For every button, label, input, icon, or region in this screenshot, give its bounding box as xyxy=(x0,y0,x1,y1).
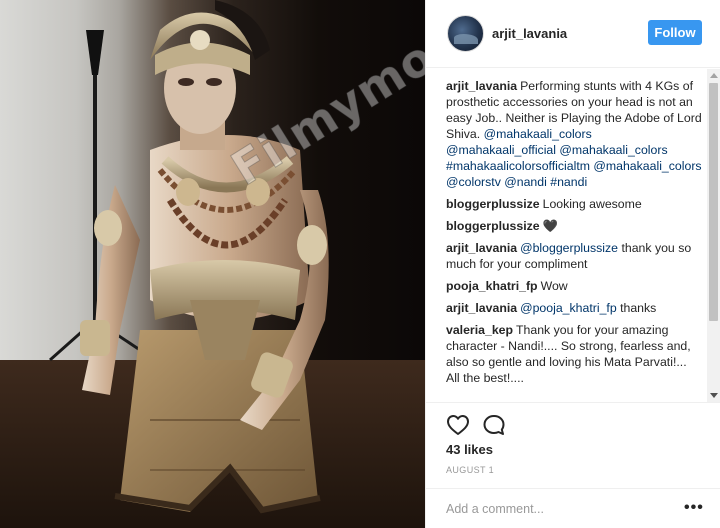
comment-text: thanks xyxy=(616,301,657,315)
comment-item: arjit_lavania @bloggerplussize thank you … xyxy=(446,240,702,272)
comment-text: Wow xyxy=(540,279,568,293)
post-side-panel: arjit_lavania Follow arjit_lavania Perfor… xyxy=(425,0,720,528)
comment-author[interactable]: valeria_kep xyxy=(446,323,513,337)
comment-item: arjit_lavania @pooja_khatri_fp thanks xyxy=(446,300,702,316)
comment-scrollbar[interactable] xyxy=(707,69,720,402)
comment-text: Looking awesome xyxy=(542,197,642,211)
comment-item: bloggerplussize Looking awesome xyxy=(446,196,702,212)
comment-author[interactable]: arjit_lavania xyxy=(446,241,517,255)
comment-author[interactable]: arjit_lavania xyxy=(446,79,517,93)
comment-item: valeria_kep Thank you for your amazing ch… xyxy=(446,322,702,386)
comment-item: arjit_lavania Performing stunts with 4 KG… xyxy=(446,78,702,190)
comment-author[interactable]: pooja_khatri_fp xyxy=(446,279,538,293)
comment-author[interactable]: arjit_lavania xyxy=(446,301,517,315)
add-comment-input[interactable] xyxy=(446,499,666,519)
post-header: arjit_lavania Follow xyxy=(426,0,720,68)
avatar[interactable] xyxy=(447,15,484,52)
comment-mention-link[interactable]: @bloggerplussize xyxy=(520,241,618,255)
scroll-down-arrow-icon[interactable] xyxy=(710,393,718,398)
comment-text: 🖤 xyxy=(542,219,558,233)
scrollbar-thumb[interactable] xyxy=(709,83,718,321)
speech-bubble-icon[interactable] xyxy=(482,413,506,437)
comment-mention-link[interactable]: @mahakaali_colors @mahakaali_official @m… xyxy=(446,127,702,189)
username-link[interactable]: arjit_lavania xyxy=(492,26,567,41)
follow-button[interactable]: Follow xyxy=(648,20,702,45)
scroll-up-arrow-icon[interactable] xyxy=(710,73,718,78)
comment-mention-link[interactable]: @pooja_khatri_fp xyxy=(520,301,617,315)
heart-outline-icon[interactable] xyxy=(446,413,470,437)
comment-author[interactable]: bloggerplussize xyxy=(446,197,540,211)
like-count[interactable]: 43 likes xyxy=(446,442,493,457)
comment-item: pooja_khatri_fp Wow xyxy=(446,278,702,294)
post-actions: 43 likes AUGUST 1 ••• xyxy=(426,402,720,528)
ellipsis-icon[interactable]: ••• xyxy=(684,499,704,517)
post-photo[interactable]: Filmymonkey xyxy=(0,0,425,528)
add-comment-row: ••• xyxy=(426,488,720,528)
comment-author[interactable]: bloggerplussize xyxy=(446,219,540,233)
post-date[interactable]: AUGUST 1 xyxy=(446,465,494,475)
comment-item: bloggerplussize 🖤 xyxy=(446,218,702,234)
comment-list: arjit_lavania Performing stunts with 4 KG… xyxy=(426,69,706,399)
